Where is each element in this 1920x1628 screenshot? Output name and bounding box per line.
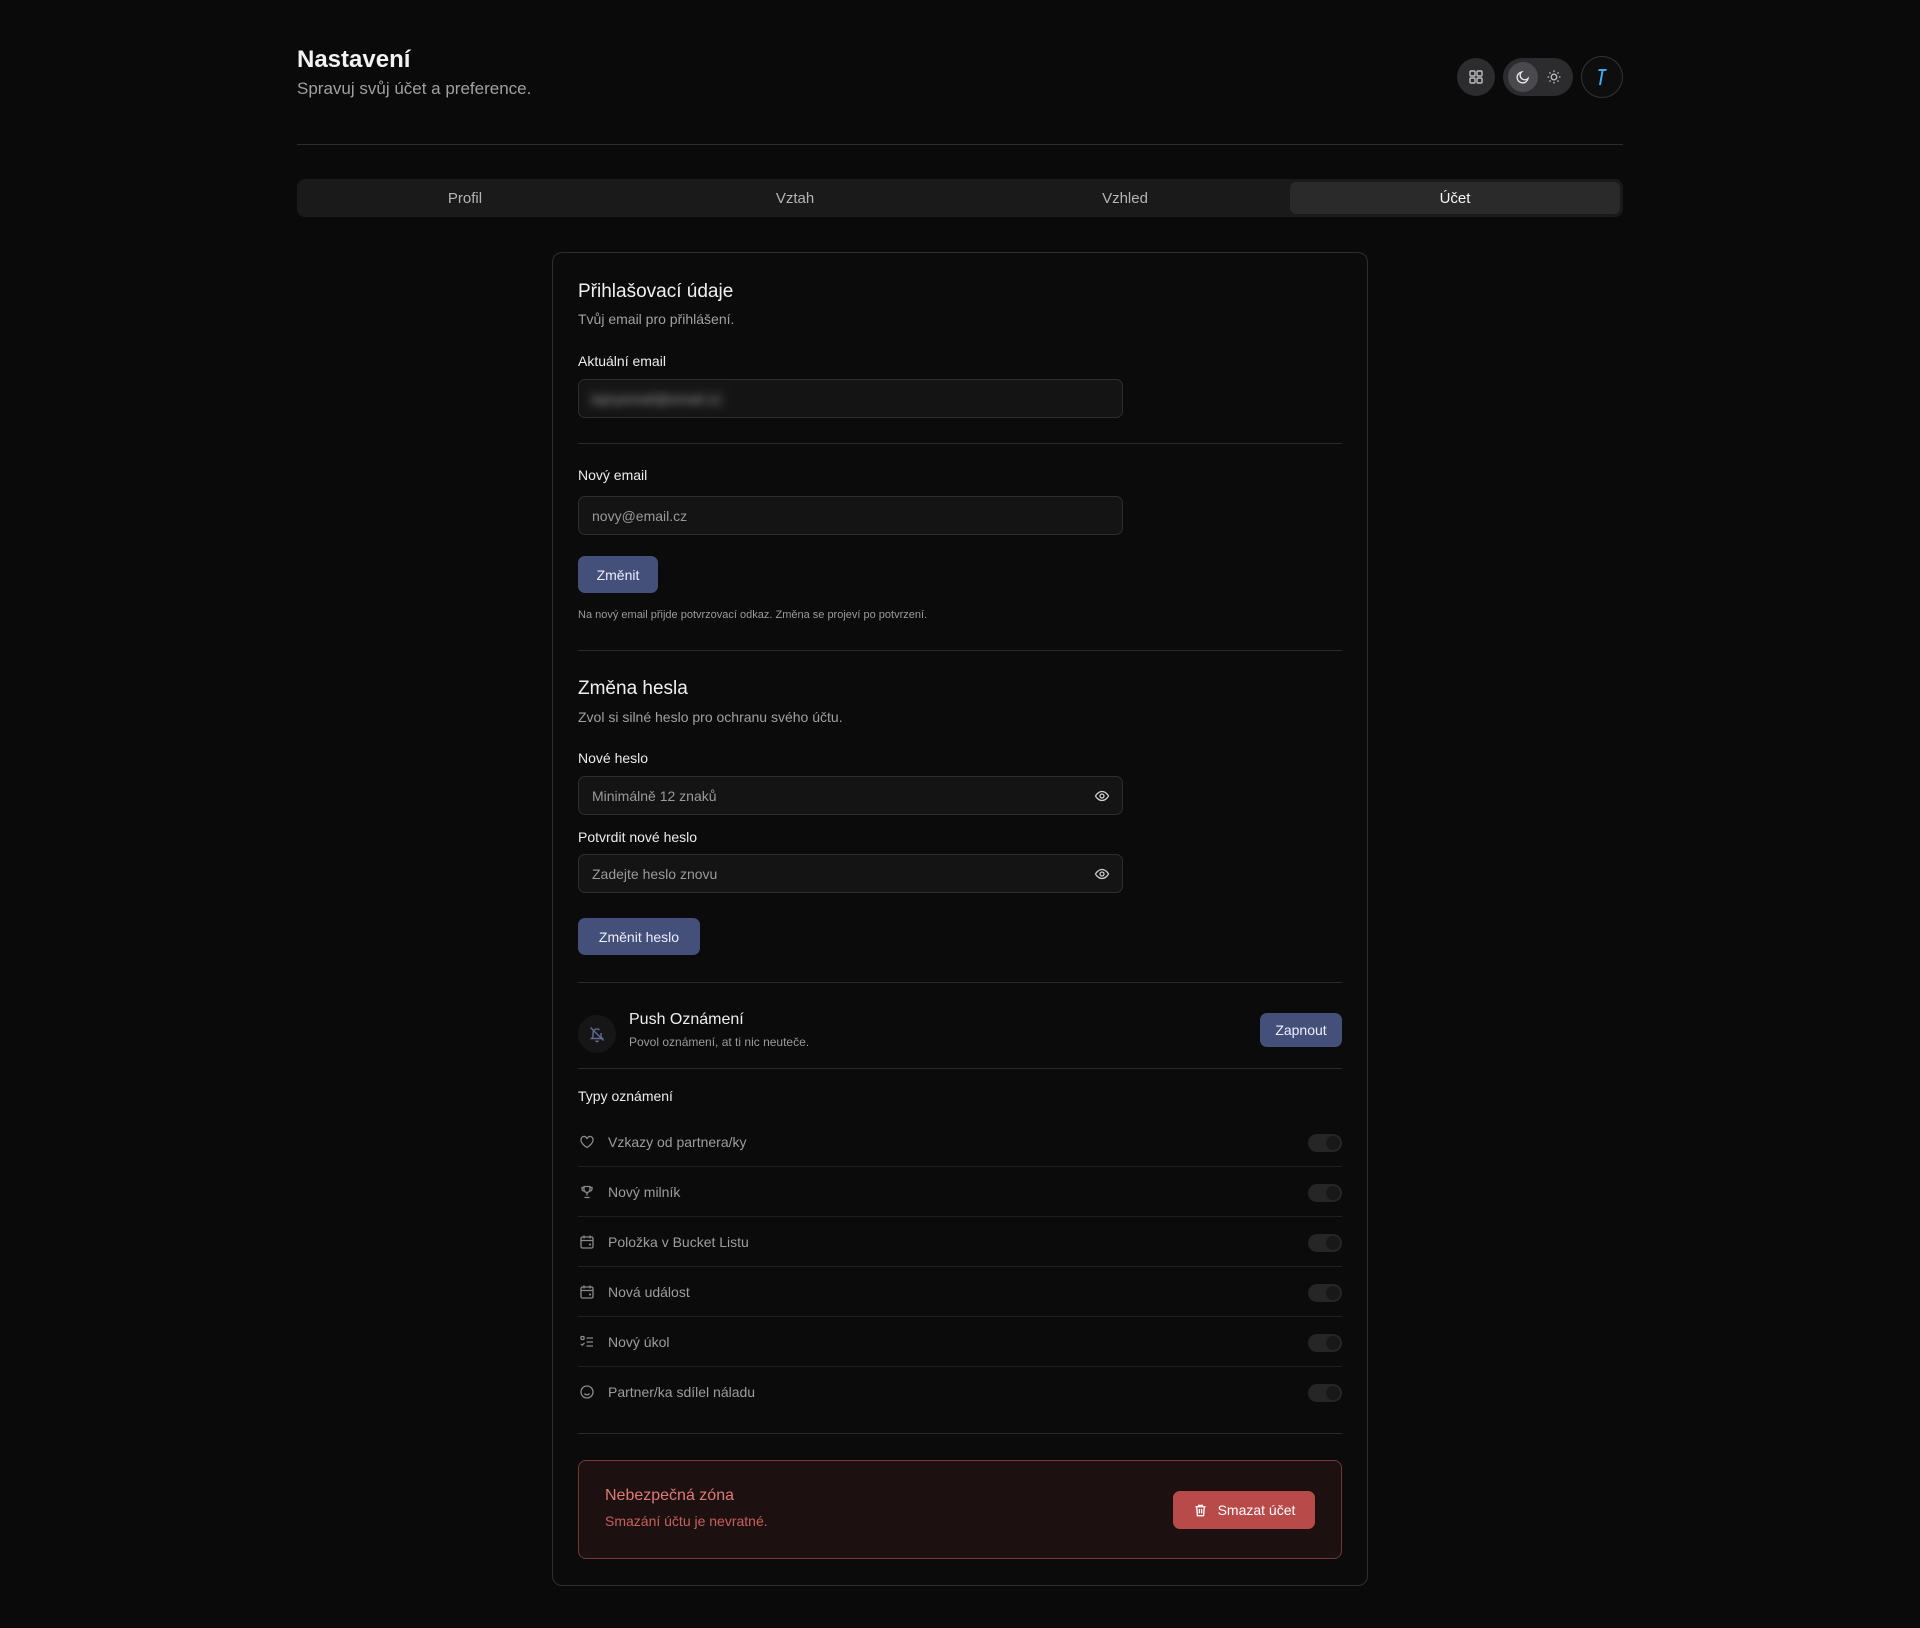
change-password-button[interactable]: Změnit heslo [578, 918, 700, 955]
notification-types-title: Typy oznámení [578, 1088, 673, 1104]
delete-account-button[interactable]: Smazat účet [1173, 1491, 1315, 1529]
smile-icon [578, 1383, 596, 1401]
tab-profil[interactable]: Profil [300, 182, 630, 214]
page-title: Nastavení [297, 46, 411, 73]
toggle-switch[interactable] [1308, 1134, 1342, 1152]
divider [578, 443, 1342, 444]
delete-account-label: Smazat účet [1217, 1502, 1296, 1518]
sun-icon [1547, 70, 1560, 84]
confirm-password-placeholder: Zadejte heslo znovu [592, 865, 718, 882]
login-section-desc: Tvůj email pro přihlášení. [578, 311, 735, 327]
grid-button[interactable] [1457, 58, 1495, 96]
confirm-password-input[interactable]: Zadejte heslo znovu [578, 854, 1123, 893]
list-item: Nová událost [578, 1267, 1342, 1317]
new-email-placeholder: novy@email.cz [592, 507, 688, 524]
eye-icon[interactable] [1094, 788, 1110, 804]
toggle-switch[interactable] [1308, 1384, 1342, 1402]
email-change-hint: Na nový email přijde potvrzovací odkaz. … [578, 609, 928, 621]
grid-icon [1469, 70, 1483, 84]
header-divider [297, 144, 1623, 145]
login-section-title: Přihlašovací údaje [578, 281, 734, 302]
new-password-placeholder: Minimálně 12 znaků [592, 787, 717, 804]
divider [578, 1068, 1342, 1069]
push-icon-wrap [578, 1015, 616, 1053]
new-password-input[interactable]: Minimálně 12 znaků [578, 776, 1123, 815]
new-email-input[interactable]: novy@email.cz [578, 496, 1123, 535]
danger-zone: Nebezpečná zóna Smazání účtu je nevratné… [578, 1460, 1342, 1559]
list-item: Nový milník [578, 1167, 1342, 1217]
list-item-label: Nový milník [608, 1183, 681, 1200]
header-actions [1457, 56, 1623, 98]
light-mode-button[interactable] [1539, 62, 1569, 92]
page-header: Nastavení Spravuj svůj účet a preference… [297, 44, 1623, 104]
new-email-label: Nový email [578, 467, 648, 483]
list-item: Partner/ka sdílel náladu [578, 1367, 1342, 1417]
avatar-button[interactable] [1581, 56, 1623, 98]
danger-zone-title: Nebezpečná zóna [605, 1487, 734, 1504]
dark-mode-button[interactable] [1507, 62, 1538, 92]
current-email-value: tajnyemail@email.cz [586, 387, 727, 410]
page-subtitle: Spravuj svůj účet a preference. [297, 79, 532, 98]
user-avatar-icon [1598, 69, 1607, 85]
theme-toggle[interactable] [1503, 58, 1573, 96]
notification-types-list: Vzkazy od partnera/ky Nový milník Položk… [578, 1117, 1342, 1417]
trophy-icon [578, 1183, 596, 1201]
list-item-label: Položka v Bucket Listu [608, 1233, 749, 1250]
list-item-label: Partner/ka sdílel náladu [608, 1384, 756, 1400]
toggle-switch[interactable] [1308, 1184, 1342, 1202]
divider [578, 1433, 1342, 1434]
tab-vzhled[interactable]: Vzhled [960, 182, 1290, 214]
password-section-desc: Zvol si silné heslo pro ochranu svého úč… [578, 709, 843, 725]
tab-vztah[interactable]: Vztah [630, 182, 960, 214]
calendar-icon [578, 1233, 596, 1251]
push-title: Push Oznámení [629, 1011, 744, 1028]
heart-icon [578, 1133, 596, 1151]
calendar-icon [578, 1283, 596, 1301]
trash-icon [1194, 1504, 1206, 1516]
toggle-switch[interactable] [1308, 1334, 1342, 1352]
danger-zone-desc: Smazání účtu je nevratné. [605, 1513, 768, 1529]
list-item: Vzkazy od partnera/ky [578, 1117, 1342, 1167]
confirm-password-label: Potvrdit nové heslo [578, 829, 698, 845]
list-item-label: Vzkazy od partnera/ky [608, 1133, 747, 1150]
list-item: Položka v Bucket Listu [578, 1217, 1342, 1267]
settings-tabs: Profil Vztah Vzhled Účet [297, 179, 1623, 217]
toggle-switch[interactable] [1308, 1284, 1342, 1302]
current-email-field: tajnyemail@email.cz [578, 379, 1123, 418]
push-desc: Povol oznámení, at ti nic neuteče. [629, 1035, 810, 1049]
divider [578, 650, 1342, 651]
new-password-label: Nové heslo [578, 750, 649, 766]
bell-off-icon [589, 1027, 605, 1043]
list-item-label: Nový úkol [608, 1333, 670, 1350]
checklist-icon [578, 1333, 596, 1351]
toggle-switch[interactable] [1308, 1234, 1342, 1252]
change-email-button[interactable]: Změnit [578, 556, 658, 593]
enable-push-button[interactable]: Zapnout [1260, 1013, 1342, 1047]
current-email-label: Aktuální email [578, 353, 666, 369]
password-section-title: Změna hesla [578, 678, 688, 699]
list-item-label: Nová událost [608, 1283, 690, 1300]
account-card: Přihlašovací údaje Tvůj email pro přihlá… [552, 252, 1368, 1586]
divider [578, 982, 1342, 983]
moon-icon [1515, 70, 1529, 84]
list-item: Nový úkol [578, 1317, 1342, 1367]
tab-ucet[interactable]: Účet [1290, 182, 1620, 214]
eye-icon[interactable] [1094, 866, 1110, 882]
